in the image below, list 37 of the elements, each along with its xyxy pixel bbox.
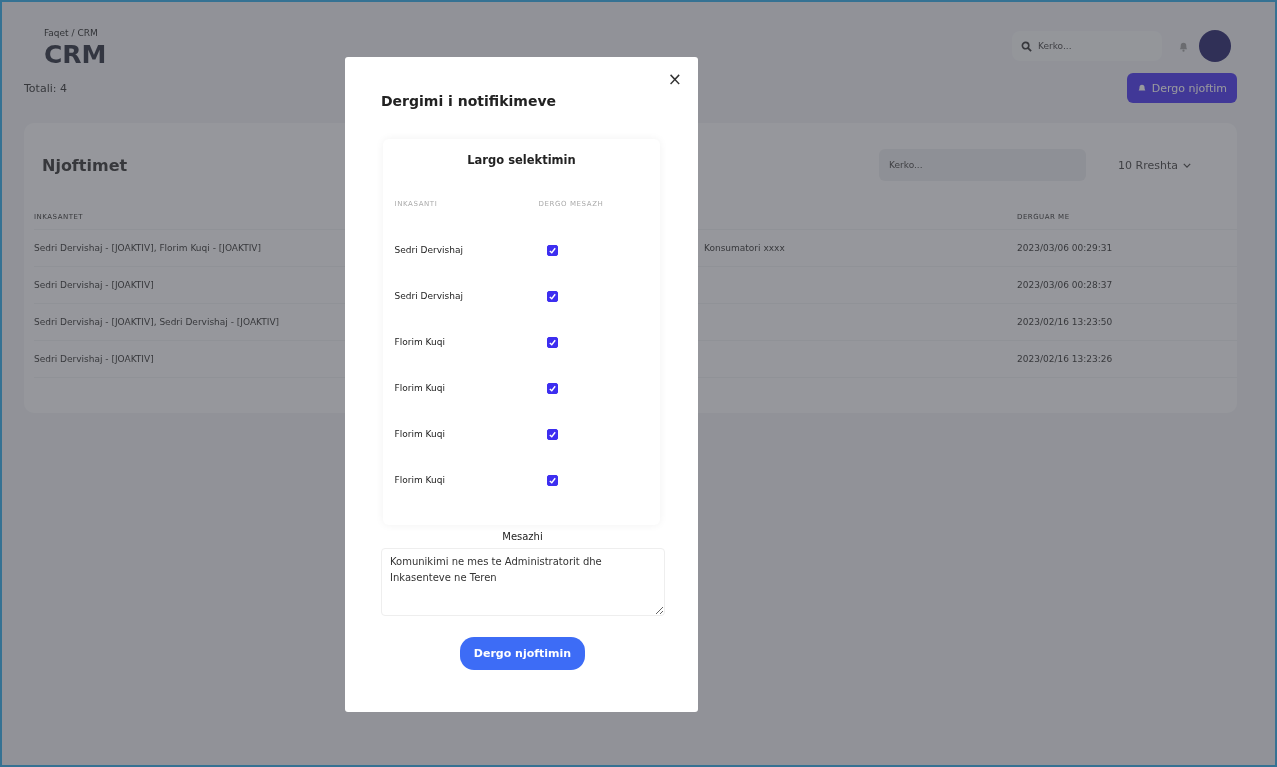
total-count: Totali: 4 [24, 81, 67, 95]
recipient-name: Sedri Dervishaj [394, 245, 464, 255]
page-title: CRM [44, 40, 107, 69]
recipient-name: Florim Kuqi [394, 429, 446, 439]
checkbox[interactable] [546, 290, 558, 302]
table-cell: Sedri Dervishaj - [JOAKTIV], Florim Kuqi - [JOAKTIV] [34, 243, 261, 253]
message-label: Mesazhi [502, 531, 543, 542]
breadcrumb: Faqet / CRM [44, 28, 99, 38]
table-cell: Sedri Dervishaj - [JOAKTIV] [34, 354, 154, 364]
table-cell: Konsumatori xxxx [704, 243, 785, 253]
bell-icon [1136, 83, 1147, 93]
message-field[interactable]: Komunikimi ne mes te Administratorit dhe Inkasenteve ne Teren [381, 548, 665, 616]
rows-per-page-dropdown[interactable]: 10 Rreshta [1112, 157, 1197, 173]
checkbox[interactable] [546, 336, 558, 348]
search-field[interactable]: Kerko... [1012, 31, 1162, 61]
card-title: Njoftimet [42, 155, 128, 175]
recipient-name: Sedri Dervishaj [394, 291, 464, 301]
table-cell: Sedri Dervishaj - [JOAKTIV], Sedri Dervishaj - [JOAKTIV] [34, 317, 280, 327]
search-field[interactable]: Kerko... [879, 149, 1087, 181]
close-button[interactable]: × [667, 69, 682, 89]
table-cell: 2023/03/06 00:28:37 [1017, 280, 1113, 290]
checkbox[interactable] [546, 244, 558, 256]
recipient-name: Florim Kuqi [394, 383, 446, 393]
table-cell: 2023/03/06 00:29:31 [1017, 243, 1113, 253]
send-notification-button[interactable]: Dergo njoftimin [459, 637, 586, 670]
checkbox[interactable] [546, 428, 558, 440]
modal-title: Dergimi i notifikimeve [381, 93, 557, 109]
table-cell: 2023/02/16 13:23:50 [1017, 317, 1113, 327]
clear-selection-button[interactable]: Largo selektimin [461, 149, 582, 171]
recipient-name: Florim Kuqi [394, 337, 446, 347]
avatar[interactable] [1199, 30, 1231, 62]
chevron-down-icon [1183, 162, 1191, 168]
checkbox[interactable] [546, 382, 558, 394]
checkbox[interactable] [546, 474, 558, 486]
recipient-name: Florim Kuqi [394, 475, 446, 485]
table-cell: Sedri Dervishaj - [JOAKTIV] [34, 280, 154, 290]
table-cell: 2023/02/16 13:23:26 [1017, 354, 1113, 364]
